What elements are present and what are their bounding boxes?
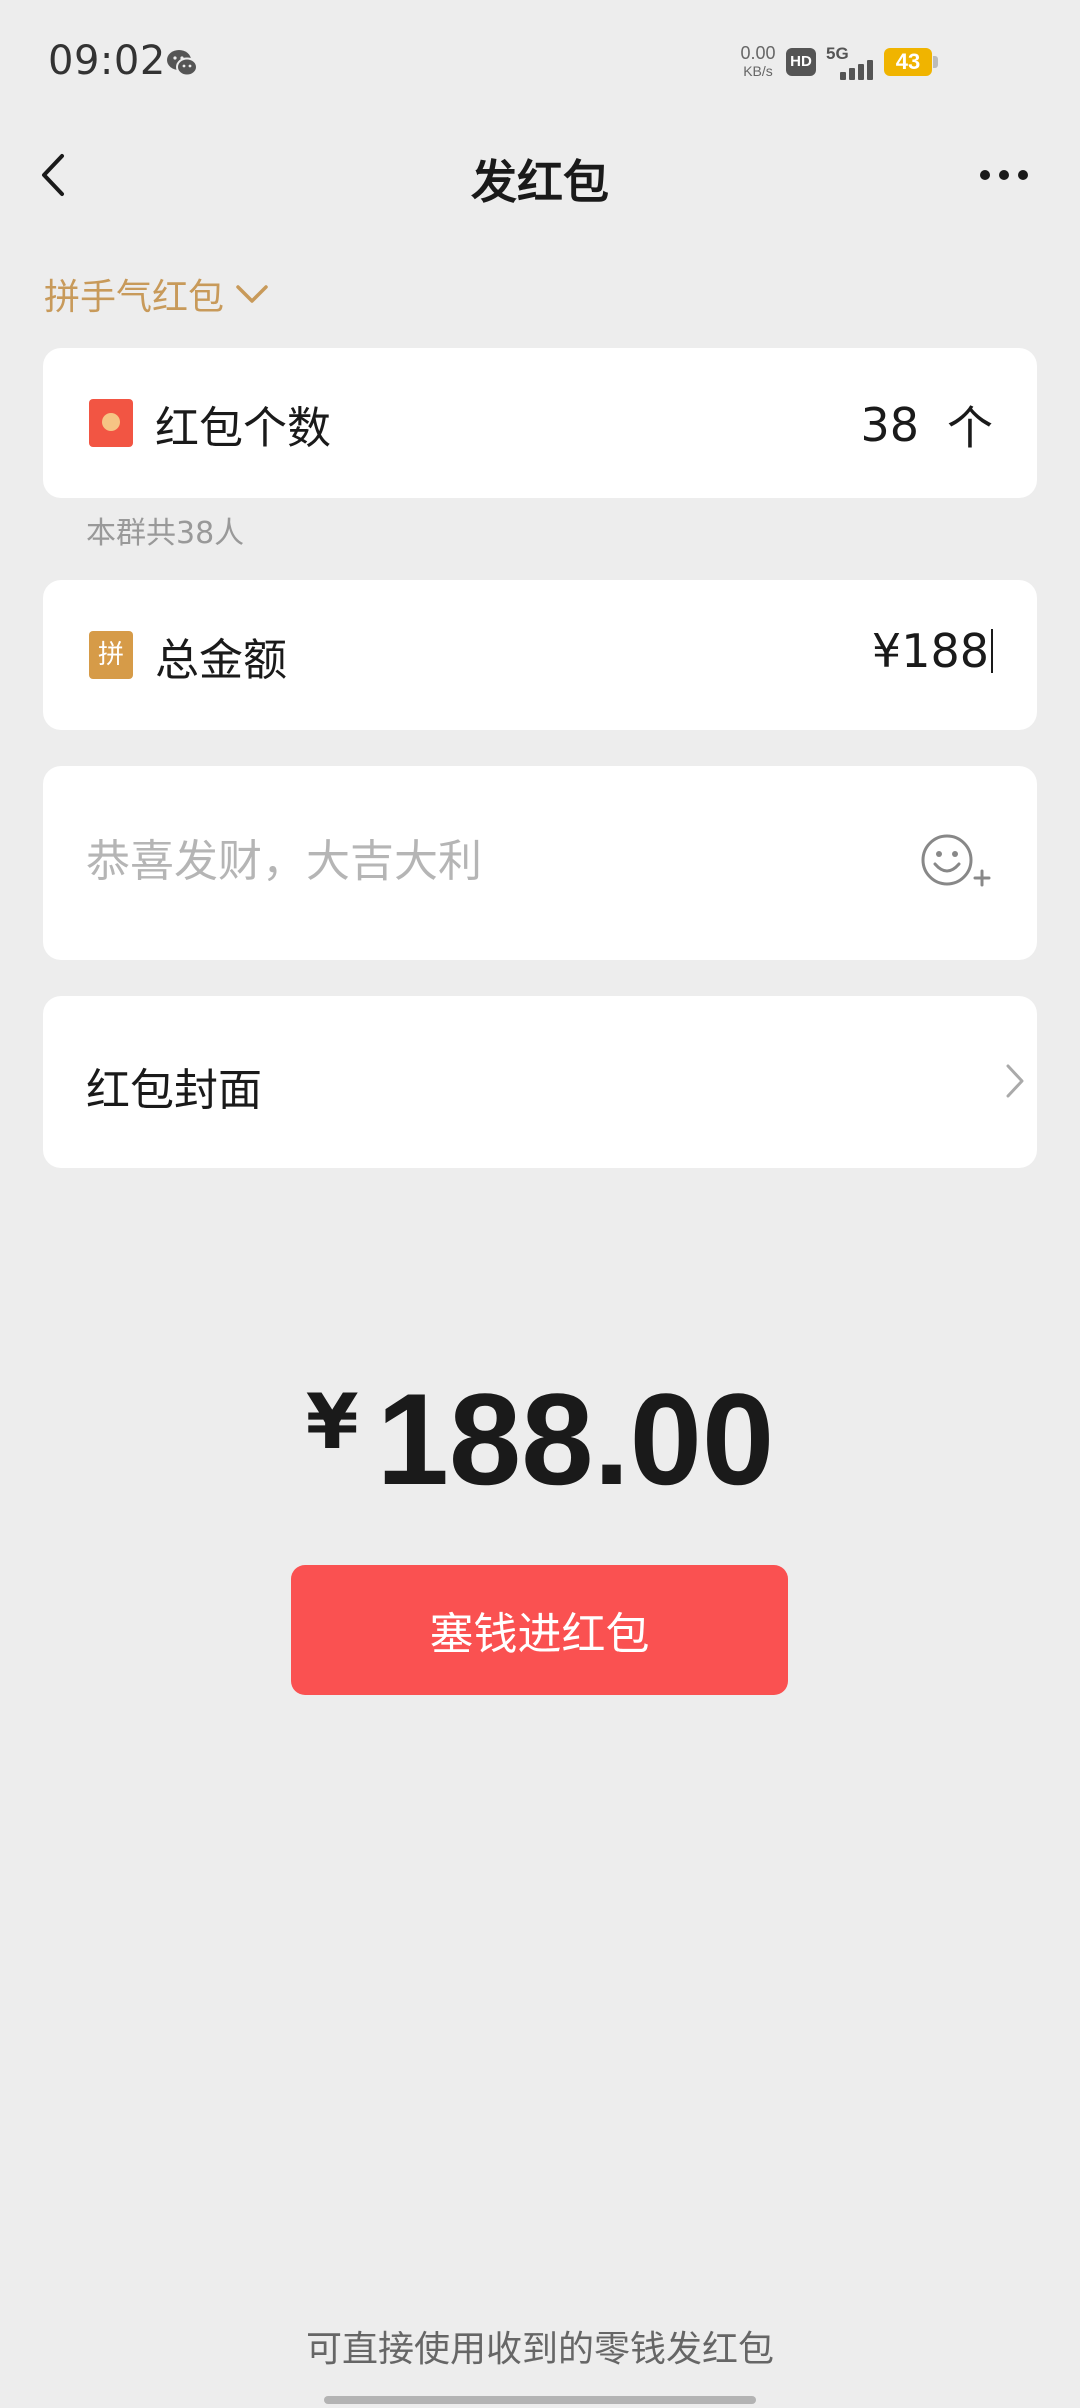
greeting-card xyxy=(43,766,1037,960)
pin-badge-icon: 拼 xyxy=(89,631,133,679)
currency-symbol: ¥ xyxy=(305,1377,359,1466)
group-size-hint: 本群共38人 xyxy=(86,516,245,551)
packet-cover-row[interactable]: 红包封面 xyxy=(43,996,1037,1168)
more-dots-icon[interactable] xyxy=(976,160,1036,190)
packet-count-label: 红包个数 xyxy=(155,403,331,454)
network-type-label: 5G xyxy=(826,44,849,63)
total-amount-label: 总金额 xyxy=(155,635,287,686)
greeting-input[interactable] xyxy=(86,826,886,896)
red-packet-icon xyxy=(89,399,133,447)
packet-count-value: 38 xyxy=(860,398,919,452)
total-amount-field[interactable]: ¥188 xyxy=(872,624,993,678)
nav-bar: 发红包 xyxy=(0,130,1080,220)
footer-note: 可直接使用收到的零钱发红包 xyxy=(305,2329,774,2370)
packet-type-label: 拼手气红包 xyxy=(44,277,225,318)
signal-icon: 5G xyxy=(826,44,876,80)
emoji-add-icon[interactable] xyxy=(919,832,991,892)
packet-count-field[interactable]: 38 个 xyxy=(860,392,993,458)
home-indicator[interactable] xyxy=(324,2396,756,2404)
wechat-icon xyxy=(167,50,198,77)
put-money-button[interactable]: 塞钱进红包 xyxy=(291,1565,788,1695)
total-amount-number: 188.00 xyxy=(376,1366,775,1512)
battery-level: 43 xyxy=(884,48,932,76)
packet-cover-label: 红包封面 xyxy=(86,1065,262,1116)
network-speed-value: 0.00 xyxy=(740,43,776,63)
hd-badge: HD xyxy=(786,48,816,76)
chevron-right-icon xyxy=(1006,1064,1024,1098)
status-bar: 09:02 0.00 KB/s HD 5G 43 xyxy=(0,0,1080,120)
network-speed-unit: KB/s xyxy=(743,63,773,79)
packet-count-unit: 个 xyxy=(947,401,993,455)
packet-count-row[interactable]: 红包个数 38 个 xyxy=(43,348,1037,498)
packet-type-selector[interactable]: 拼手气红包 xyxy=(44,266,270,322)
total-amount-row[interactable]: 拼 总金额 ¥188 xyxy=(43,580,1037,730)
network-speed: 0.00 KB/s xyxy=(733,44,783,78)
page-title: 发红包 xyxy=(471,155,609,209)
status-time: 09:02 xyxy=(48,38,166,84)
total-amount-value: ¥188 xyxy=(871,624,989,678)
battery-icon: 43 xyxy=(884,48,940,76)
total-amount-display: ¥188.00 xyxy=(0,1364,1080,1514)
text-caret xyxy=(991,629,993,673)
chevron-down-icon xyxy=(236,285,268,303)
